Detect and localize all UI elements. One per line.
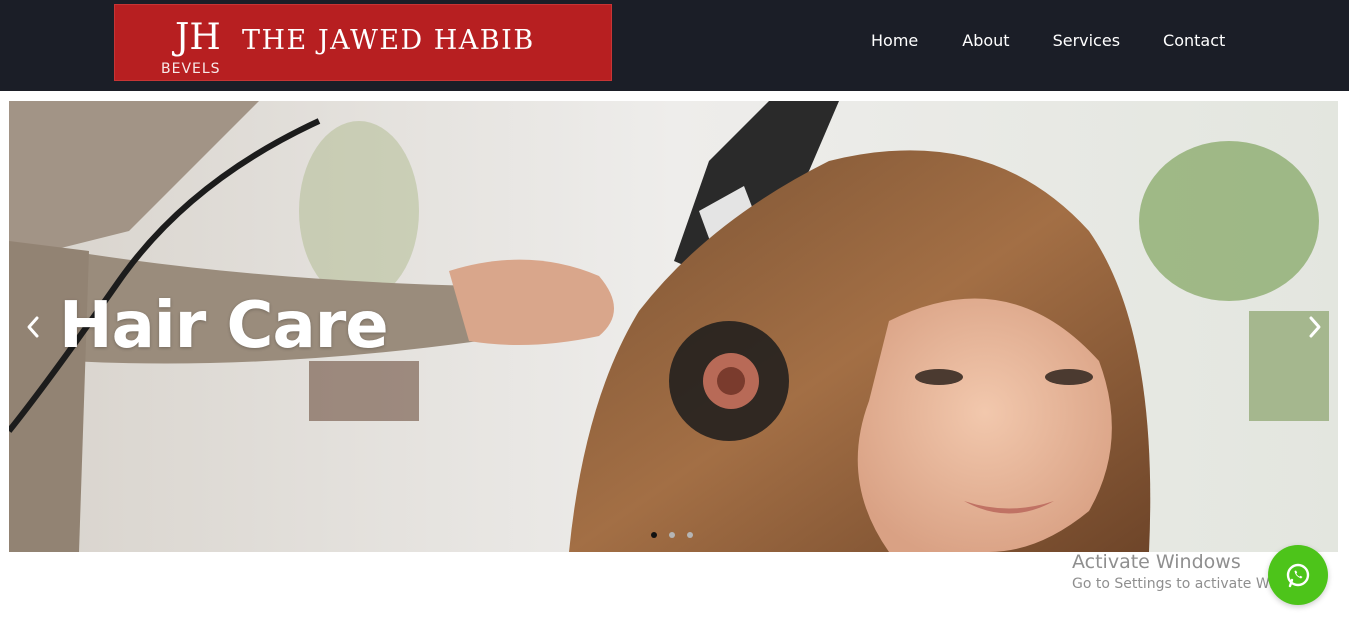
slider-prev-button[interactable] (23, 314, 43, 340)
whatsapp-button[interactable] (1268, 545, 1328, 605)
site-header: JH BEVELS THE JAWED HABIB Home About Ser… (0, 0, 1349, 91)
hero-caption: Hair Care (59, 289, 389, 363)
nav-services[interactable]: Services (1053, 31, 1120, 50)
nav-contact[interactable]: Contact (1163, 31, 1225, 50)
slider-dot-3[interactable] (687, 532, 693, 538)
whatsapp-icon (1286, 563, 1310, 588)
logo-mark-subtext: BEVELS (161, 61, 221, 77)
slider-dot-1[interactable] (651, 532, 657, 538)
site-logo[interactable]: JH BEVELS THE JAWED HABIB (114, 4, 612, 81)
logo-mark-icon: JH BEVELS (161, 17, 221, 77)
chevron-right-icon (1309, 316, 1321, 338)
chevron-left-icon (27, 316, 39, 338)
logo-mark-letters: JH (171, 17, 221, 58)
nav-home[interactable]: Home (871, 31, 918, 50)
nav-about[interactable]: About (962, 31, 1009, 50)
slider-dot-2[interactable] (669, 532, 675, 538)
main-nav: Home About Services Contact (871, 31, 1225, 50)
logo-title: THE JAWED HABIB (242, 25, 535, 56)
slider-pagination (651, 532, 693, 538)
hero-slider: Hair Care (9, 101, 1338, 552)
slider-next-button[interactable] (1305, 314, 1325, 340)
